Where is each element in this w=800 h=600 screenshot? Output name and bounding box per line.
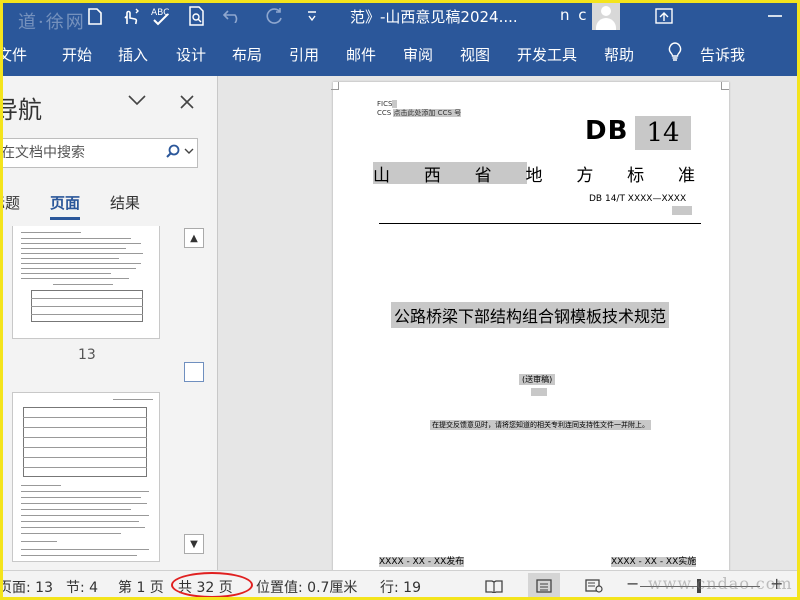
tab-pages[interactable]: 页面 — [50, 192, 81, 220]
standard-type-heading: 山 西 省 地 方 标 准 — [373, 165, 695, 186]
user-avatar[interactable] — [592, 2, 620, 30]
minimize-icon[interactable] — [760, 0, 790, 32]
tab-home[interactable]: 开始 — [62, 44, 92, 65]
chevron-down-icon[interactable] — [128, 90, 146, 111]
watermark-bottom: www.cndao.com — [648, 574, 793, 593]
print-layout-icon[interactable] — [528, 573, 560, 599]
issue-date: XXXX - XX - XX发布 — [379, 557, 465, 567]
user-name[interactable]: n c — [560, 6, 589, 24]
close-icon[interactable] — [180, 90, 194, 114]
save-icon[interactable] — [80, 0, 110, 32]
patent-note: 在提交反馈意见时，请将您知道的相关专利连同支持性文件一并附上。 — [430, 420, 651, 430]
status-position[interactable]: 位置值: 0.7厘米 — [256, 577, 357, 597]
read-mode-icon[interactable] — [478, 573, 510, 599]
navigation-pane: 导航 标题 页面 结果 13 — [0, 76, 218, 570]
search-icon[interactable] — [166, 144, 180, 162]
title-bar: 道·徐网 ABC 范》-山西意见稿2024.... n c — [0, 0, 800, 33]
tab-insert[interactable]: 插入 — [118, 44, 148, 65]
ccs-line: CCS 点击此处添加 CCS 号 — [377, 109, 462, 118]
scroll-down-icon[interactable]: ▼ — [184, 534, 204, 554]
web-layout-icon[interactable] — [578, 573, 610, 599]
ribbon-display-options-icon[interactable] — [650, 0, 678, 32]
status-section[interactable]: 节: 4 — [66, 577, 98, 597]
touch-mode-icon[interactable] — [114, 0, 148, 32]
document-page[interactable]: FICS CCS 点击此处添加 CCS 号 DB 14 山 西 省 地 方 标 … — [331, 82, 729, 570]
fics-label: FICS — [377, 100, 397, 109]
standard-code: DB 14/T XXXX—XXXX — [589, 194, 687, 204]
tab-tell-me[interactable]: 告诉我 — [700, 44, 745, 65]
implementation-date: XXXX - XX - XX实施 — [611, 557, 697, 567]
scroll-up-icon[interactable]: ▲ — [184, 228, 204, 248]
tab-design[interactable]: 设计 — [176, 44, 206, 65]
redo-icon[interactable] — [260, 0, 290, 32]
db-logo: DB — [585, 116, 629, 146]
customize-toolbar-icon[interactable] — [300, 0, 324, 32]
lightbulb-icon[interactable] — [668, 42, 682, 66]
status-page[interactable]: 页面: 13 — [0, 577, 53, 597]
thumbnail-scrollbar[interactable]: ▲ ▼ — [184, 228, 204, 558]
tab-review[interactable]: 审阅 — [403, 44, 433, 65]
tab-view[interactable]: 视图 — [460, 44, 490, 65]
document-canvas[interactable]: FICS CCS 点击此处添加 CCS 号 DB 14 山 西 省 地 方 标 … — [219, 76, 800, 570]
ccs-hint[interactable]: 点击此处添加 CCS 号 — [393, 109, 462, 117]
tab-developer[interactable]: 开发工具 — [517, 44, 577, 65]
nav-pane-title: 导航 — [0, 96, 42, 124]
page-thumbnail-13[interactable] — [12, 226, 160, 339]
search-options-chevron-icon[interactable] — [184, 145, 194, 158]
search-input[interactable] — [1, 143, 161, 163]
undo-icon[interactable] — [218, 0, 248, 32]
db-number: 14 — [635, 116, 691, 150]
print-preview-icon[interactable] — [182, 0, 212, 32]
tab-help[interactable]: 帮助 — [604, 44, 634, 65]
crop-mark-top-left — [331, 82, 339, 90]
tab-file[interactable]: 文件 — [0, 44, 27, 65]
draft-stage-label: (送审稿) — [519, 374, 556, 385]
page-thumbnail-14[interactable] — [12, 392, 160, 562]
annotation-circle — [171, 572, 253, 598]
spelling-check-icon[interactable]: ABC — [148, 0, 174, 32]
tab-references[interactable]: 引用 — [289, 44, 319, 65]
tab-layout[interactable]: 布局 — [232, 44, 262, 65]
status-line[interactable]: 行: 19 — [380, 577, 421, 597]
header-rule — [379, 223, 701, 224]
tab-headings[interactable]: 标题 — [0, 192, 20, 213]
scrollbar-thumb[interactable] — [184, 362, 204, 382]
nav-search-box[interactable] — [0, 138, 198, 168]
tab-results[interactable]: 结果 — [110, 192, 140, 213]
crop-mark-top-right — [721, 82, 729, 90]
zoom-out-icon[interactable]: − — [626, 574, 639, 593]
thumbnail-page-number: 13 — [78, 347, 96, 363]
ribbon-tab-bar: 文件 开始 插入 设计 布局 引用 邮件 审阅 视图 开发工具 帮助 告诉我 — [0, 32, 800, 76]
document-title: 范》-山西意见稿2024.... — [350, 8, 518, 26]
standard-title: 公路桥梁下部结构组合钢模板技术规范 — [391, 302, 670, 328]
tab-mailings[interactable]: 邮件 — [346, 44, 376, 65]
ccs-label: CCS — [377, 109, 392, 117]
watermark-top: 道·徐网 — [18, 12, 86, 33]
status-page-of[interactable]: 第 1 页 — [118, 577, 164, 597]
